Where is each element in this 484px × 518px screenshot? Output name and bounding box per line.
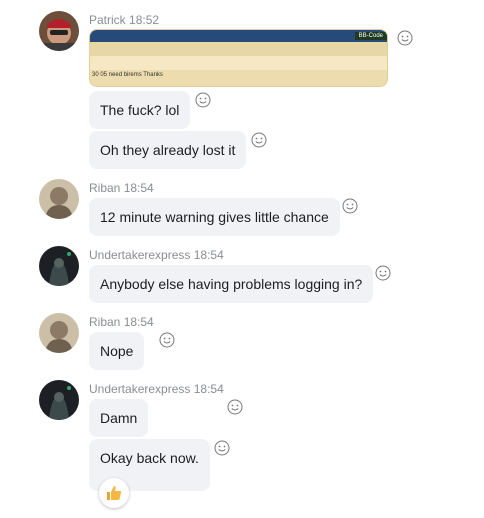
screenshot-row xyxy=(90,56,387,70)
smiley-reaction-icon[interactable] xyxy=(342,198,358,214)
message-text: Okay back now. xyxy=(100,450,199,466)
message-meta: Undertakerexpress 18:54 xyxy=(89,382,224,396)
avatar-undertakerexpress[interactable] xyxy=(39,380,79,420)
screenshot-tag: BB-Code xyxy=(354,32,387,40)
avatar-riban[interactable] xyxy=(39,313,79,353)
smiley-reaction-icon[interactable] xyxy=(227,399,243,415)
message-text: Damn xyxy=(100,410,138,426)
smiley-reaction-icon[interactable] xyxy=(251,132,267,148)
message-text: 12 minute warning gives little chance xyxy=(100,209,329,225)
message-text: Oh they already lost it xyxy=(100,142,236,158)
thumbs-up-reaction[interactable] xyxy=(99,478,129,508)
message-bubble[interactable]: 12 minute warning gives little chance xyxy=(89,198,340,236)
sender-name: Undertakerexpress xyxy=(89,248,191,262)
message-meta: Riban 18:54 xyxy=(89,315,154,329)
smiley-reaction-icon[interactable] xyxy=(214,440,230,456)
message-bubble[interactable]: Anybody else having problems logging in? xyxy=(89,265,374,303)
timestamp: 18:54 xyxy=(123,181,154,195)
message-meta: Patrick 18:52 xyxy=(89,13,159,27)
message-bubble[interactable]: Oh they already lost it xyxy=(89,131,247,169)
message-bubble[interactable]: Damn xyxy=(89,399,149,437)
timestamp: 18:52 xyxy=(129,13,160,27)
screenshot-row xyxy=(90,42,387,56)
smiley-reaction-icon[interactable] xyxy=(397,30,413,46)
message-meta: Riban 18:54 xyxy=(89,181,154,195)
screenshot-text: 30 05 need birems Thanks xyxy=(92,72,163,78)
message-text: Anybody else having problems logging in? xyxy=(100,276,363,292)
message-text: Nope xyxy=(100,343,134,359)
message-bubble[interactable]: Nope xyxy=(89,332,145,370)
attachment-screenshot[interactable]: BB-Code 30 05 need birems Thanks xyxy=(89,29,388,87)
sender-name: Undertakerexpress xyxy=(89,382,191,396)
message-text: The fuck? lol xyxy=(100,102,180,118)
sender-name: Riban xyxy=(89,181,121,195)
avatar-riban[interactable] xyxy=(39,179,79,219)
smiley-reaction-icon[interactable] xyxy=(375,265,391,281)
message-bubble[interactable]: The fuck? lol xyxy=(89,91,191,129)
sender-name: Patrick xyxy=(89,13,126,27)
timestamp: 18:54 xyxy=(123,315,154,329)
thumbs-up-icon xyxy=(107,486,122,500)
sender-name: Riban xyxy=(89,315,121,329)
smiley-reaction-icon[interactable] xyxy=(195,92,211,108)
timestamp: 18:54 xyxy=(193,248,224,262)
message-meta: Undertakerexpress 18:54 xyxy=(89,248,224,262)
avatar-undertakerexpress[interactable] xyxy=(39,246,79,286)
avatar-patrick[interactable] xyxy=(39,11,79,51)
screenshot-header-bar xyxy=(90,30,387,42)
smiley-reaction-icon[interactable] xyxy=(159,332,175,348)
timestamp: 18:54 xyxy=(193,382,224,396)
